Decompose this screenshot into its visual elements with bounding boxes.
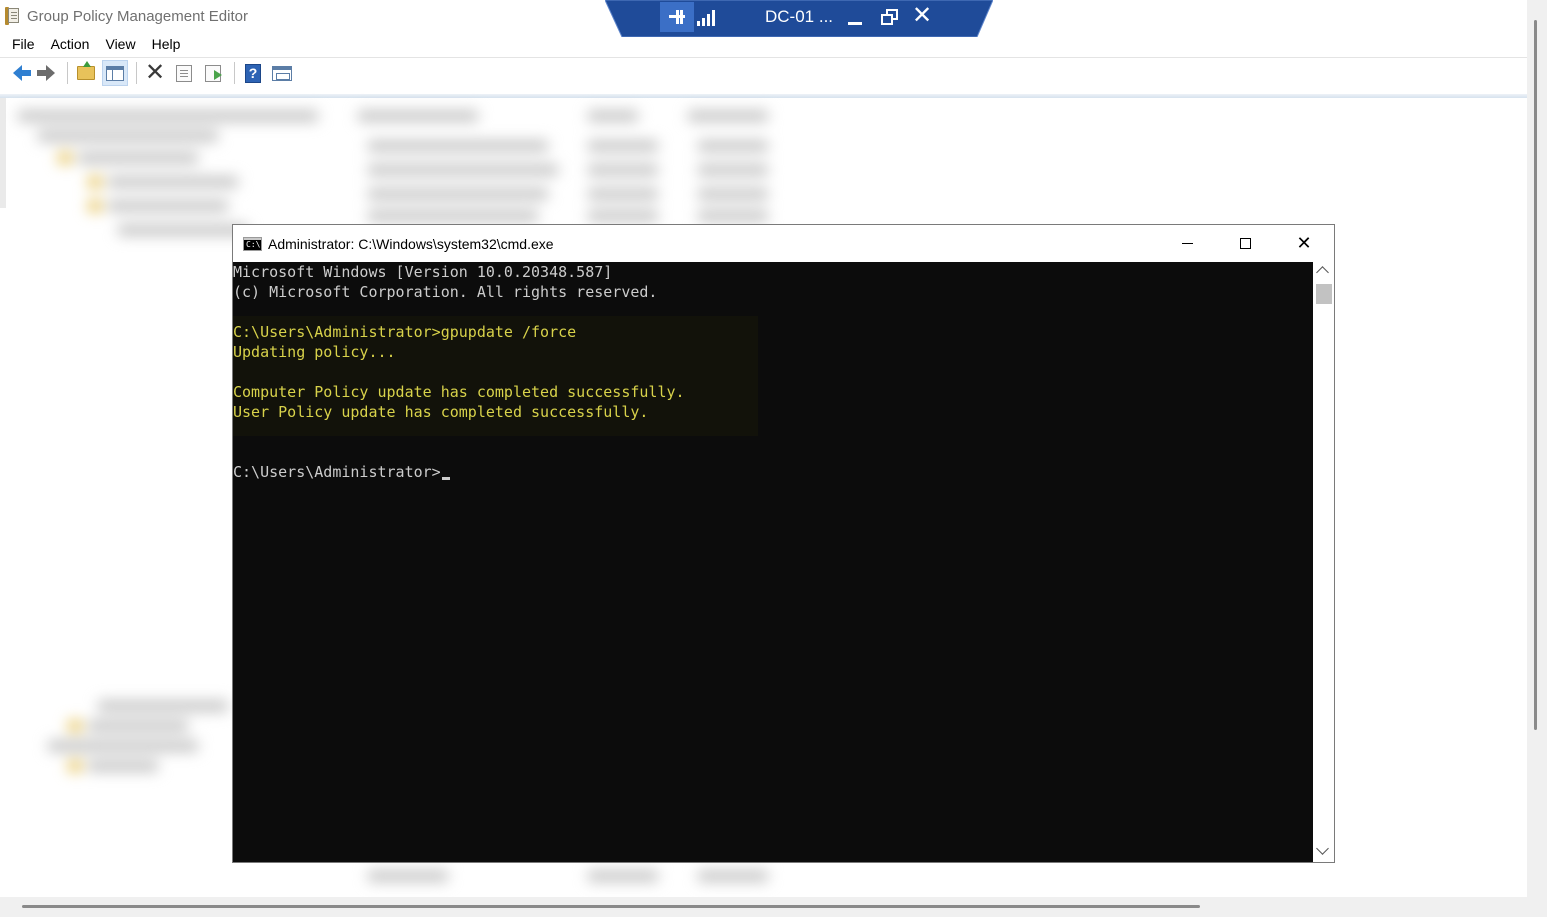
- toolbar-separator: [67, 62, 68, 84]
- rdp-close-button[interactable]: ✕: [912, 3, 932, 29]
- rdp-minimize-button[interactable]: [848, 22, 862, 25]
- menu-help[interactable]: Help: [146, 32, 187, 56]
- console-line: Computer Policy update has completed suc…: [233, 383, 685, 401]
- delete-icon: ✕: [144, 59, 166, 86]
- cmd-title-text: Administrator: C:\Windows\system32\cmd.e…: [268, 235, 554, 252]
- cmd-close-button[interactable]: ✕: [1275, 225, 1333, 262]
- console-line: Updating policy...: [233, 343, 396, 361]
- back-arrow-icon: [12, 65, 31, 81]
- export-icon: [205, 64, 222, 82]
- console-line: Microsoft Windows [Version 10.0.20348.58…: [233, 263, 613, 281]
- toolbar: ✕ ?: [0, 58, 1527, 88]
- scroll-up-icon[interactable]: [1316, 266, 1329, 279]
- menu-view[interactable]: View: [99, 32, 141, 56]
- scroll-down-icon[interactable]: [1316, 842, 1329, 855]
- cmd-vertical-scrollbar[interactable]: [1313, 262, 1334, 862]
- delete-button[interactable]: ✕: [142, 60, 168, 86]
- maximize-icon: [1239, 238, 1251, 249]
- help-icon: ?: [245, 63, 261, 83]
- outer-vertical-scroll-thumb[interactable]: [1534, 20, 1537, 730]
- console-tree-icon: [106, 65, 124, 81]
- minimize-icon: [1181, 243, 1193, 244]
- cmd-minimize-button[interactable]: [1158, 225, 1216, 262]
- outer-horizontal-scroll-thumb[interactable]: [22, 905, 1200, 908]
- show-hide-console-tree-button[interactable]: [102, 60, 128, 86]
- outer-vertical-scrollbar[interactable]: [1527, 0, 1547, 917]
- close-icon: ✕: [1296, 232, 1312, 254]
- text-cursor: [441, 477, 450, 480]
- menu-file[interactable]: File: [6, 32, 41, 56]
- cmd-scroll-thumb[interactable]: [1316, 284, 1332, 304]
- rdp-restore-button[interactable]: [881, 9, 899, 26]
- console-line: User Policy update has completed success…: [233, 403, 649, 421]
- toolbar-separator: [136, 62, 137, 84]
- gpme-app-icon: [5, 7, 21, 25]
- console-prompt: C:\Users\Administrator>: [233, 463, 441, 481]
- properties-icon: [176, 64, 192, 82]
- cmd-prompt-icon[interactable]: C:\: [243, 236, 262, 251]
- connection-quality-icon[interactable]: [697, 8, 717, 26]
- pin-icon: [669, 10, 685, 24]
- console-output[interactable]: Microsoft Windows [Version 10.0.20348.58…: [233, 262, 1313, 862]
- left-pane-border: [0, 98, 6, 208]
- up-one-level-button[interactable]: [73, 60, 99, 86]
- forward-arrow-icon: [37, 65, 55, 81]
- export-list-button[interactable]: [200, 60, 226, 86]
- properties-button[interactable]: [171, 60, 197, 86]
- gpme-title-text: Group Policy Management Editor: [27, 7, 248, 25]
- rdp-connection-bar: DC-01 ... ✕: [605, 0, 993, 37]
- help-button[interactable]: ?: [240, 60, 266, 86]
- console-line: C:\Users\Administrator>gpupdate /force: [233, 323, 577, 341]
- forward-button[interactable]: [33, 60, 59, 86]
- toolbar-separator: [234, 62, 235, 84]
- outer-horizontal-scrollbar[interactable]: [0, 897, 1527, 917]
- cmd-titlebar[interactable]: C:\ Administrator: C:\Windows\system32\c…: [233, 225, 1334, 262]
- cmd-window: C:\ Administrator: C:\Windows\system32\c…: [232, 224, 1335, 863]
- cmd-maximize-button[interactable]: [1216, 225, 1274, 262]
- console-prompt-line[interactable]: C:\Users\Administrator>: [233, 462, 450, 482]
- show-hide-action-pane-button[interactable]: [269, 60, 295, 86]
- rdp-connection-name: DC-01 ...: [765, 7, 834, 26]
- menu-action[interactable]: Action: [45, 32, 96, 56]
- folder-up-icon: [77, 61, 95, 80]
- action-pane-icon: [272, 65, 292, 81]
- back-button[interactable]: [4, 60, 31, 86]
- rdp-pin-button[interactable]: [660, 2, 694, 32]
- toolbar-bottom-border: [0, 94, 1527, 98]
- console-line: (c) Microsoft Corporation. All rights re…: [233, 283, 658, 301]
